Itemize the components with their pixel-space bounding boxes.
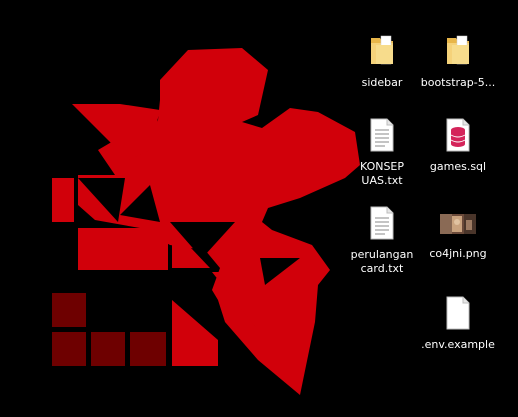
desktop-icon-label: bootstrap-5... (420, 76, 496, 89)
desktop-icon-env-example[interactable]: .env.example (420, 290, 496, 352)
red-triangle-low (172, 300, 218, 366)
dark-square-2 (52, 332, 86, 366)
folder-icon (358, 28, 406, 74)
desktop-icon-label: perulangan card.txt (350, 248, 414, 275)
blank-file-icon (434, 290, 482, 336)
red-block-mid (78, 228, 168, 270)
desktop-icon-games-sql[interactable]: games.sql (420, 112, 496, 174)
dark-square-4 (130, 332, 166, 366)
desktop-icon-konsep-uas[interactable]: KONSEP UAS.txt (344, 112, 420, 188)
desktop-icon-bootstrap[interactable]: bootstrap-5... (420, 28, 496, 90)
nerv-logo (52, 48, 360, 395)
dark-square-3 (91, 332, 125, 366)
text-file-icon (358, 112, 406, 158)
text-file-icon (358, 200, 406, 246)
desktop-icon-label: games.sql (429, 160, 487, 173)
red-block-left (52, 178, 74, 222)
desktop-icon-label: co4jni.png (429, 247, 487, 260)
desktop-icon-co4jni-png[interactable]: co4jni.png (420, 210, 496, 261)
desktop-icon-label: .env.example (421, 338, 495, 351)
database-file-icon (434, 112, 482, 158)
dark-square-1 (52, 293, 86, 327)
image-thumbnail-icon (434, 210, 482, 238)
desktop-icon-perulangan-card[interactable]: perulangan card.txt (344, 200, 420, 276)
desktop-icon-sidebar[interactable]: sidebar (344, 28, 420, 90)
desktop-icon-label: sidebar (361, 76, 403, 89)
folder-icon (434, 28, 482, 74)
desktop-icon-label: KONSEP UAS.txt (359, 160, 405, 187)
